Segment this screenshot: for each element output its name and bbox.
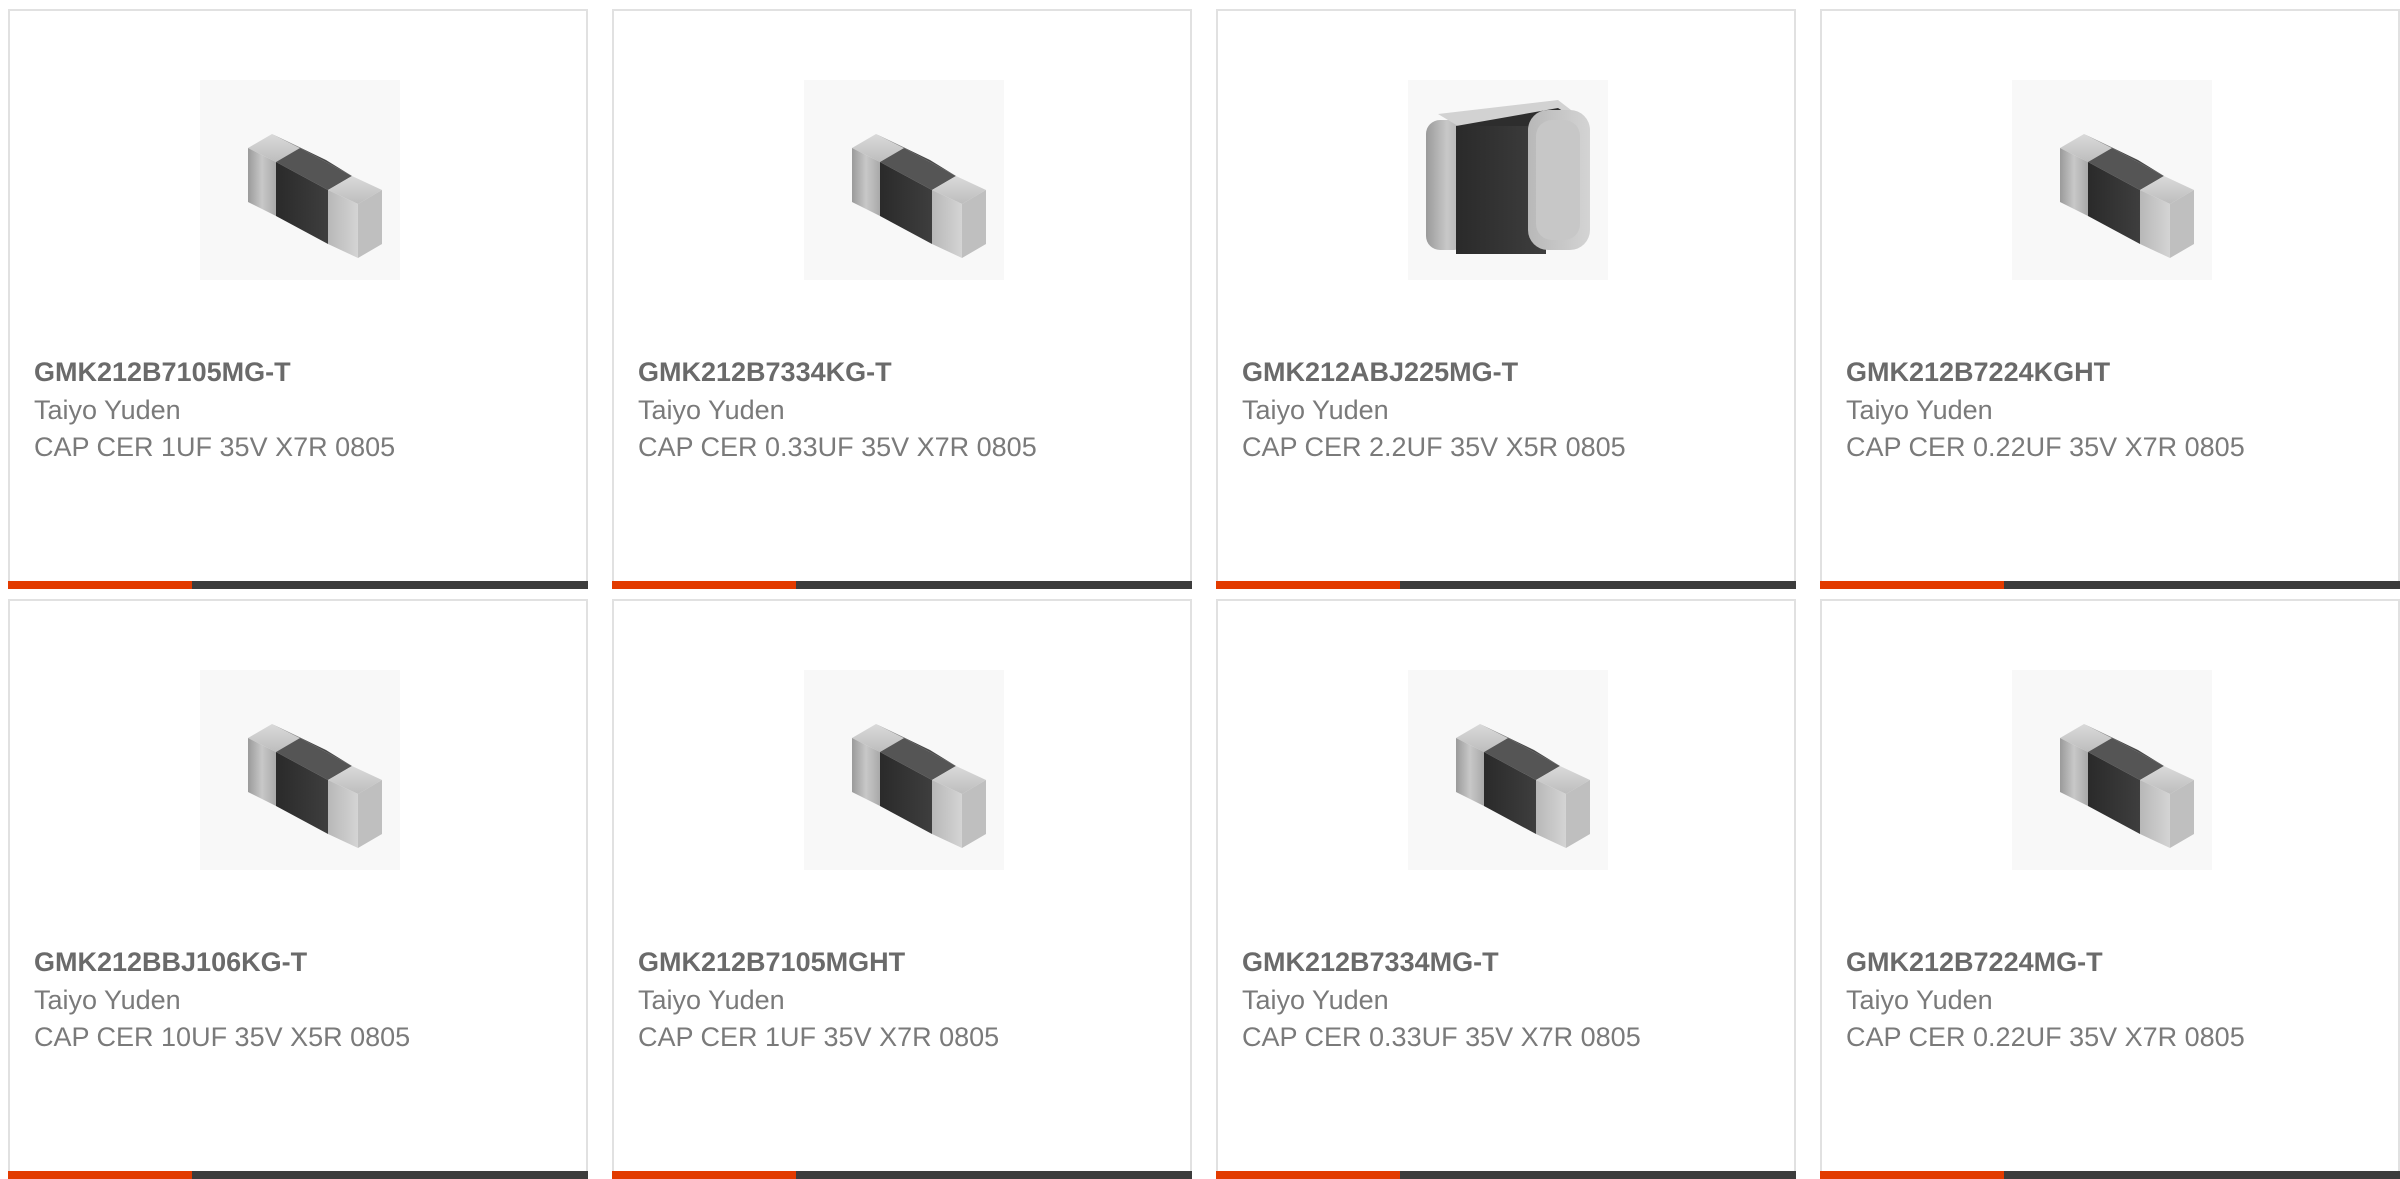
ceramic-capacitor-chip-icon bbox=[2012, 670, 2212, 870]
card-footer-bar bbox=[1820, 1171, 2400, 1179]
ceramic-capacitor-chip-icon bbox=[804, 670, 1004, 870]
product-card[interactable]: GMK212BBJ106KG-T Taiyo Yuden CAP CER 10U… bbox=[8, 599, 588, 1179]
description: CAP CER 0.33UF 35V X7R 0805 bbox=[638, 432, 1037, 462]
product-card[interactable]: GMK212B7334KG-T Taiyo Yuden CAP CER 0.33… bbox=[612, 9, 1192, 589]
part-number[interactable]: GMK212ABJ225MG-T bbox=[1242, 354, 1518, 390]
description: CAP CER 0.33UF 35V X7R 0805 bbox=[1242, 1022, 1641, 1052]
manufacturer: Taiyo Yuden bbox=[34, 985, 181, 1015]
card-footer-bar bbox=[1820, 581, 2400, 589]
product-card[interactable]: GMK212B7224MG-T Taiyo Yuden CAP CER 0.22… bbox=[1820, 599, 2400, 1179]
description: CAP CER 0.22UF 35V X7R 0805 bbox=[1846, 432, 2245, 462]
description: CAP CER 1UF 35V X7R 0805 bbox=[638, 1022, 1000, 1052]
card-footer-bar bbox=[8, 1171, 588, 1179]
card-footer-bar bbox=[8, 581, 588, 589]
accent-bar bbox=[612, 581, 796, 589]
part-number[interactable]: GMK212B7224KGHT bbox=[1846, 354, 2110, 390]
accent-bar bbox=[1820, 581, 2004, 589]
manufacturer: Taiyo Yuden bbox=[1846, 985, 1993, 1015]
accent-bar bbox=[612, 1171, 796, 1179]
part-number[interactable]: GMK212BBJ106KG-T bbox=[34, 944, 307, 980]
part-number[interactable]: GMK212B7224MG-T bbox=[1846, 944, 2103, 980]
ceramic-capacitor-chip-icon bbox=[1408, 80, 1608, 280]
ceramic-capacitor-chip-icon bbox=[804, 80, 1004, 280]
accent-bar bbox=[8, 581, 192, 589]
description: CAP CER 1UF 35V X7R 0805 bbox=[34, 432, 396, 462]
manufacturer: Taiyo Yuden bbox=[1846, 395, 1993, 425]
description: CAP CER 2.2UF 35V X5R 0805 bbox=[1242, 432, 1626, 462]
description: CAP CER 10UF 35V X5R 0805 bbox=[34, 1022, 411, 1052]
accent-bar bbox=[1216, 1171, 1400, 1179]
product-card[interactable]: GMK212ABJ225MG-T Taiyo Yuden CAP CER 2.2… bbox=[1216, 9, 1796, 589]
manufacturer: Taiyo Yuden bbox=[638, 395, 785, 425]
product-card[interactable]: GMK212B7105MGHT Taiyo Yuden CAP CER 1UF … bbox=[612, 599, 1192, 1179]
accent-bar bbox=[1216, 581, 1400, 589]
manufacturer: Taiyo Yuden bbox=[638, 985, 785, 1015]
ceramic-capacitor-chip-icon bbox=[200, 670, 400, 870]
card-footer-bar bbox=[1216, 581, 1796, 589]
card-footer-bar bbox=[612, 581, 1192, 589]
product-grid: GMK212B7105MG-T Taiyo Yuden CAP CER 1UF … bbox=[8, 9, 2400, 1179]
part-number[interactable]: GMK212B7105MG-T bbox=[34, 354, 291, 390]
card-footer-bar bbox=[612, 1171, 1192, 1179]
accent-bar bbox=[8, 1171, 192, 1179]
description: CAP CER 0.22UF 35V X7R 0805 bbox=[1846, 1022, 2245, 1052]
accent-bar bbox=[1820, 1171, 2004, 1179]
manufacturer: Taiyo Yuden bbox=[34, 395, 181, 425]
ceramic-capacitor-chip-icon bbox=[200, 80, 400, 280]
product-card[interactable]: GMK212B7105MG-T Taiyo Yuden CAP CER 1UF … bbox=[8, 9, 588, 589]
part-number[interactable]: GMK212B7334MG-T bbox=[1242, 944, 1499, 980]
ceramic-capacitor-chip-icon bbox=[1408, 670, 1608, 870]
card-footer-bar bbox=[1216, 1171, 1796, 1179]
product-card[interactable]: GMK212B7224KGHT Taiyo Yuden CAP CER 0.22… bbox=[1820, 9, 2400, 589]
manufacturer: Taiyo Yuden bbox=[1242, 985, 1389, 1015]
product-card[interactable]: GMK212B7334MG-T Taiyo Yuden CAP CER 0.33… bbox=[1216, 599, 1796, 1179]
part-number[interactable]: GMK212B7105MGHT bbox=[638, 944, 905, 980]
ceramic-capacitor-chip-icon bbox=[2012, 80, 2212, 280]
manufacturer: Taiyo Yuden bbox=[1242, 395, 1389, 425]
part-number[interactable]: GMK212B7334KG-T bbox=[638, 354, 892, 390]
